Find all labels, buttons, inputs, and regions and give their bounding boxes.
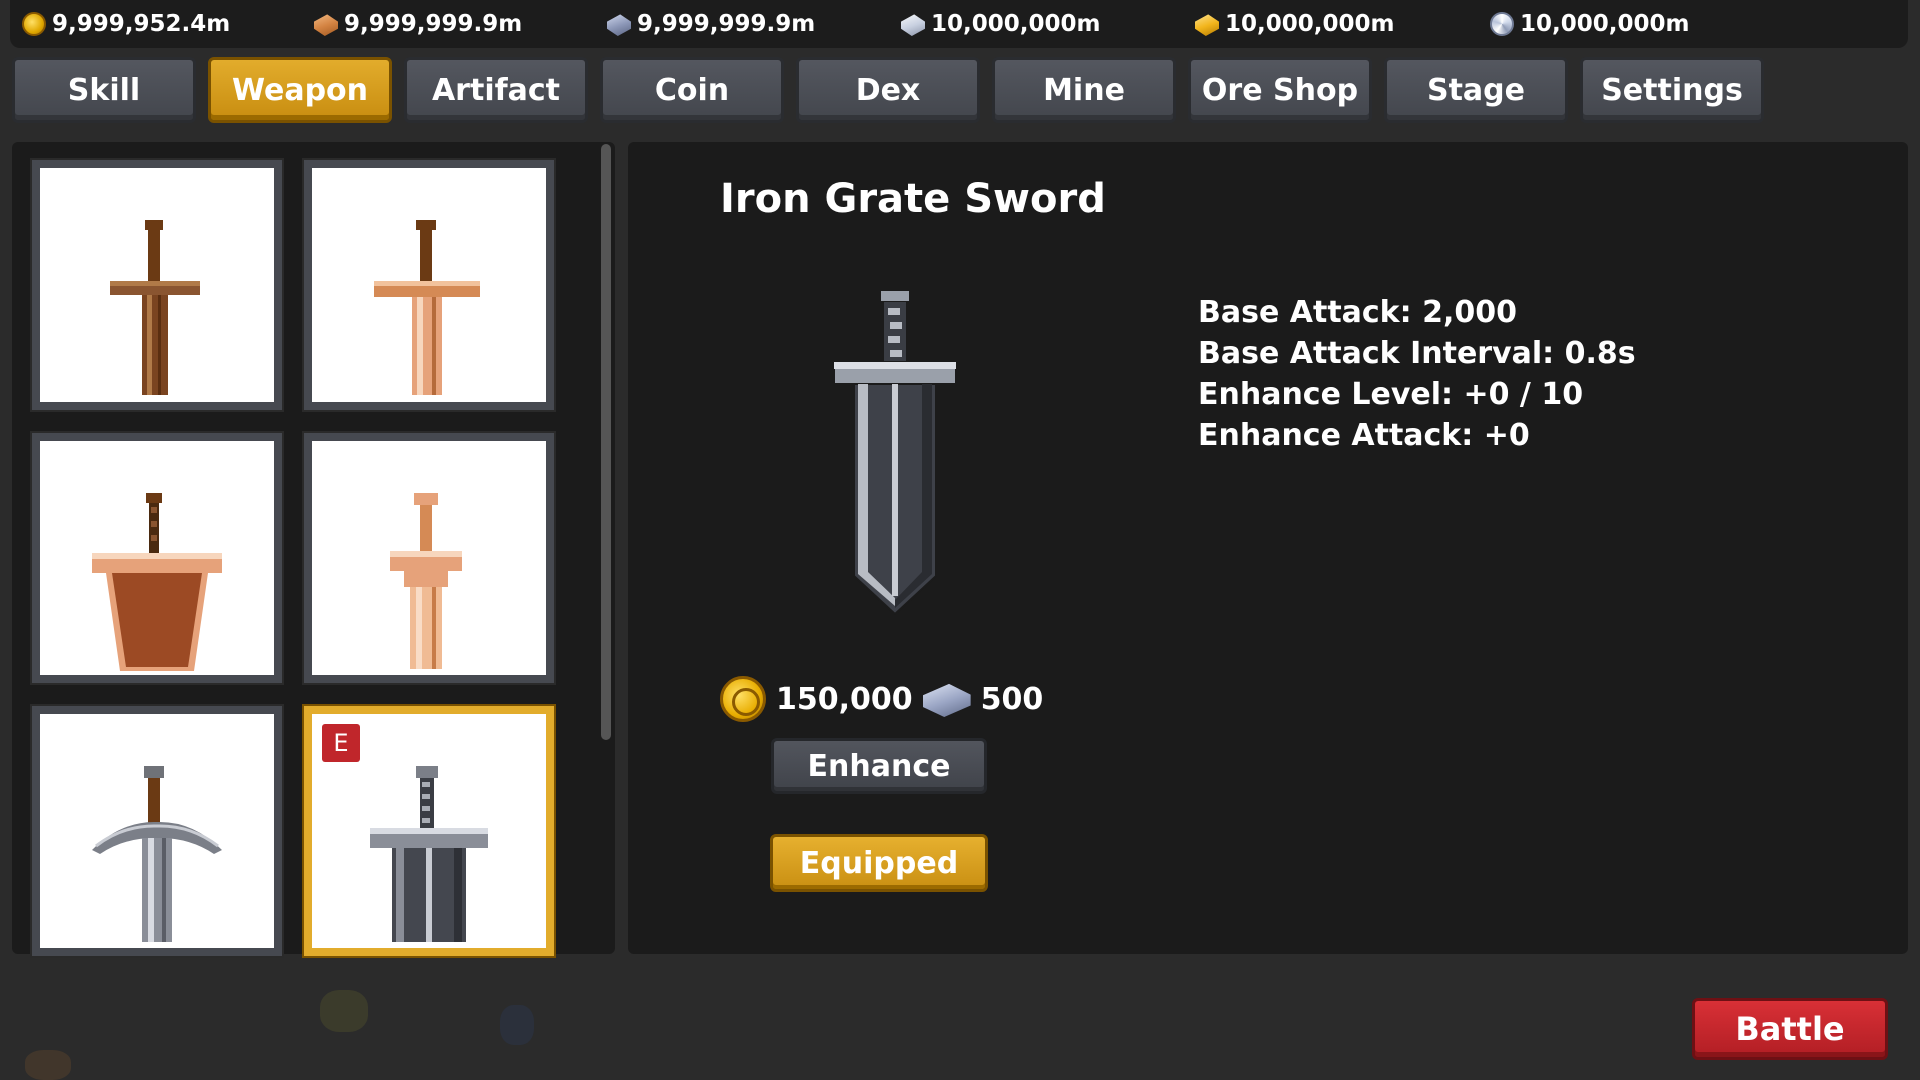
iron-sword-icon [92, 766, 222, 942]
diamond-icon [1490, 12, 1514, 36]
resource-value: 9,999,999.9m [344, 11, 523, 37]
weapon-stats: Base Attack: 2,000 Base Attack Interval:… [1198, 292, 1636, 456]
weapon-slot[interactable] [30, 431, 284, 685]
copper-ore-icon [314, 14, 338, 36]
tab-label: Settings [1601, 72, 1743, 108]
weapon-slot[interactable] [302, 431, 556, 685]
iron-ore-icon [922, 683, 971, 717]
tab-label: Ore Shop [1201, 72, 1359, 108]
weapon-slot-selected[interactable]: E [302, 704, 556, 958]
wooden-sword-icon [110, 220, 200, 395]
copper-broadsword-icon [92, 493, 222, 671]
resource-value: 9,999,999.9m [637, 11, 816, 37]
resource-silver-ore: 10,000,000m [901, 10, 1100, 38]
background-debris [320, 990, 368, 1032]
resource-coin: 9,999,952.4m [22, 10, 230, 38]
bronze-sword-icon [390, 493, 462, 669]
tab-stage[interactable]: Stage [1384, 57, 1568, 123]
tab-weapon[interactable]: Weapon [208, 57, 392, 123]
background-debris [500, 1005, 534, 1045]
tab-label: Mine [1043, 72, 1125, 108]
cost-coin-value: 150,000 [776, 681, 913, 717]
enhance-button[interactable]: Enhance [771, 738, 987, 794]
resource-iron-ore: 9,999,999.9m [607, 10, 815, 38]
weapon-slot[interactable] [30, 704, 284, 958]
enhance-cost: 150,000 500 [720, 676, 1043, 722]
iron-grate-sword-icon [833, 290, 957, 616]
tab-label: Coin [654, 72, 730, 108]
tab-mine[interactable]: Mine [992, 57, 1176, 123]
tab-label: Weapon [231, 72, 369, 108]
resource-value: 10,000,000m [1225, 11, 1395, 37]
coin-icon [22, 12, 46, 36]
tab-skill[interactable]: Skill [12, 57, 196, 123]
game-screen: 9,999,952.4m 9,999,999.9m 9,999,999.9m 1… [0, 0, 1920, 1080]
gold-ore-icon [1195, 14, 1219, 36]
resource-value: 10,000,000m [931, 11, 1101, 37]
tab-label: Skill [67, 72, 141, 108]
resource-bar: 9,999,952.4m 9,999,999.9m 9,999,999.9m 1… [10, 0, 1908, 48]
battle-button[interactable]: Battle [1692, 998, 1888, 1060]
resource-copper-ore: 9,999,999.9m [314, 10, 522, 38]
stat-attack-interval: Base Attack Interval: 0.8s [1198, 336, 1636, 371]
equipped-button[interactable]: Equipped [770, 834, 988, 892]
stat-base-attack: Base Attack: 2,000 [1198, 295, 1517, 330]
tab-label: Artifact [431, 72, 561, 108]
tab-dex[interactable]: Dex [796, 57, 980, 123]
resource-diamond: 10,000,000m [1490, 10, 1689, 38]
cost-iron-value: 500 [980, 681, 1044, 717]
weapon-slot[interactable] [30, 158, 284, 412]
stat-enhance-level: Enhance Level: +0 / 10 [1198, 377, 1584, 412]
stat-enhance-attack: Enhance Attack: +0 [1198, 418, 1530, 453]
background-debris [25, 1050, 71, 1080]
iron-ore-icon [607, 14, 631, 36]
tab-coin[interactable]: Coin [600, 57, 784, 123]
silver-ore-icon [901, 14, 925, 36]
tab-label: Stage [1426, 72, 1525, 108]
resource-gold-ore: 10,000,000m [1195, 10, 1394, 38]
tab-settings[interactable]: Settings [1580, 57, 1764, 123]
resource-value: 9,999,952.4m [52, 11, 231, 37]
weapon-name: Iron Grate Sword [720, 176, 1106, 222]
weapon-slot[interactable] [302, 158, 556, 412]
tab-artifact[interactable]: Artifact [404, 57, 588, 123]
copper-sword-icon [374, 220, 480, 395]
equipped-badge: E [322, 724, 360, 762]
resource-value: 10,000,000m [1520, 11, 1690, 37]
coin-icon [720, 676, 766, 722]
inventory-scrollbar[interactable] [601, 144, 611, 740]
tab-ore-shop[interactable]: Ore Shop [1188, 57, 1372, 123]
tab-label: Dex [855, 72, 921, 108]
